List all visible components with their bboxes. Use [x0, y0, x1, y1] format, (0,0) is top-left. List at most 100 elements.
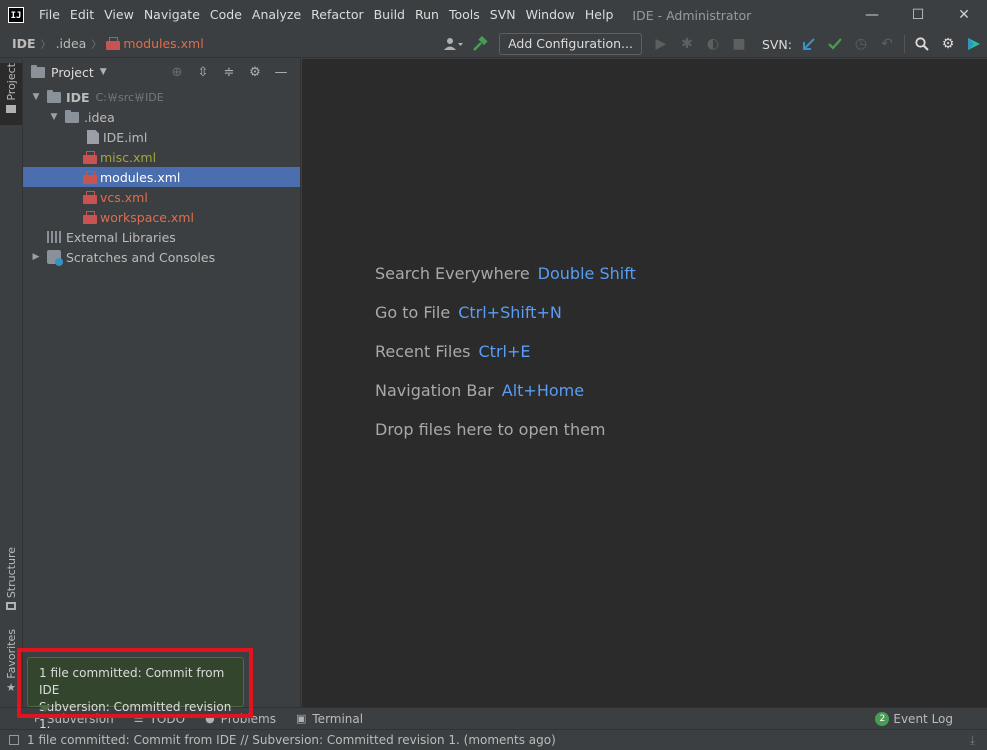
- tab-label: Terminal: [312, 711, 364, 726]
- main-menu: File Edit View Navigate Code Analyze Ref…: [34, 0, 618, 30]
- stop-icon[interactable]: ■: [728, 33, 750, 55]
- tree-row-external-libraries[interactable]: External Libraries: [23, 227, 300, 247]
- tree-row-file[interactable]: vcs.xml: [23, 187, 300, 207]
- add-configuration-button[interactable]: Add Configuration...: [499, 33, 642, 55]
- hint-label: Go to File: [375, 303, 451, 322]
- hint-shortcut: Alt+Home: [501, 381, 585, 400]
- maximize-button[interactable]: ☐: [895, 0, 941, 30]
- title-bar: IJ File Edit View Navigate Code Analyze …: [0, 0, 987, 30]
- hint-search-everywhere: Search Everywhere Double Shift: [375, 264, 636, 303]
- hint-label: Drop files here to open them: [375, 420, 606, 439]
- project-tool-tab[interactable]: Project: [0, 63, 22, 125]
- structure-tool-tab[interactable]: Structure: [0, 547, 22, 613]
- search-icon[interactable]: [911, 33, 933, 55]
- svn-label: SVN:: [761, 36, 792, 52]
- rollback-icon[interactable]: ↶: [876, 33, 898, 55]
- project-tree: ▼ IDE C:￦src￦IDE ▼ .idea IDE.iml misc.xm…: [23, 87, 300, 267]
- terminal-icon: ▣: [295, 712, 307, 725]
- root-path: C:￦src￦IDE: [95, 91, 164, 104]
- folder-icon: [65, 109, 79, 123]
- favorites-tool-tab-label: Favorites: [4, 629, 18, 679]
- collapse-all-icon[interactable]: ≑: [216, 65, 242, 80]
- chevron-down-icon[interactable]: ▼: [100, 67, 107, 77]
- run-icon[interactable]: ▶: [650, 33, 672, 55]
- highlight-box: [17, 648, 253, 718]
- breadcrumb-separator-icon: 〉: [91, 40, 102, 51]
- locate-crosshair-icon[interactable]: ⊕: [164, 65, 190, 80]
- file-label: IDE.iml: [103, 129, 148, 145]
- project-tool-tab-label: Project: [4, 63, 18, 101]
- tree-row-file[interactable]: misc.xml: [23, 147, 300, 167]
- file-label: workspace.xml: [100, 209, 194, 225]
- svn-commit-icon[interactable]: [824, 33, 846, 55]
- file-label: vcs.xml: [100, 189, 148, 205]
- scratches-icon: [47, 250, 63, 266]
- hint-shortcut: Double Shift: [537, 264, 636, 283]
- menu-svn[interactable]: SVN: [485, 0, 521, 30]
- hint-label: Navigation Bar: [375, 381, 494, 400]
- menu-help[interactable]: Help: [580, 0, 619, 30]
- editor-empty-area[interactable]: Search Everywhere Double Shift Go to File…: [302, 59, 987, 707]
- tree-row-file[interactable]: workspace.xml: [23, 207, 300, 227]
- project-view-selector[interactable]: Project: [51, 65, 94, 80]
- hint-recent-files: Recent Files Ctrl+E: [375, 342, 636, 381]
- tree-row-scratches[interactable]: ▶ Scratches and Consoles: [23, 247, 300, 267]
- debug-icon[interactable]: ✱: [676, 33, 698, 55]
- project-panel-actions: ⊕ ⇳ ≑ ⚙ —: [164, 59, 294, 85]
- menu-tools[interactable]: Tools: [444, 0, 485, 30]
- coverage-icon[interactable]: ◐: [702, 33, 724, 55]
- navigation-bar: IDE 〉 .idea 〉 modules.xml Add Configurat…: [0, 30, 987, 58]
- user-dropdown-icon[interactable]: [443, 33, 465, 55]
- editor-hints: Search Everywhere Double Shift Go to File…: [375, 264, 636, 459]
- menu-run[interactable]: Run: [410, 0, 444, 30]
- menu-edit[interactable]: Edit: [65, 0, 99, 30]
- external-libraries-label: External Libraries: [66, 229, 176, 245]
- tree-row-root[interactable]: ▼ IDE C:￦src￦IDE: [23, 87, 300, 107]
- menu-build[interactable]: Build: [369, 0, 410, 30]
- menu-file[interactable]: File: [34, 0, 65, 30]
- status-message[interactable]: 1 file committed: Commit from IDE // Sub…: [27, 733, 556, 747]
- menu-navigate[interactable]: Navigate: [139, 0, 205, 30]
- hint-go-to-file: Go to File Ctrl+Shift+N: [375, 303, 636, 342]
- settings-gear-icon[interactable]: ⚙: [242, 65, 268, 80]
- breadcrumb-project[interactable]: IDE: [12, 36, 36, 51]
- menu-code[interactable]: Code: [205, 0, 247, 30]
- left-tool-stripe: Project Structure Favorites ★: [0, 59, 23, 707]
- menu-window[interactable]: Window: [521, 0, 580, 30]
- tree-row-file[interactable]: IDE.iml: [23, 127, 300, 147]
- toolbox-icon[interactable]: [963, 33, 985, 55]
- close-button[interactable]: ✕: [941, 0, 987, 30]
- tree-row-file-selected[interactable]: modules.xml: [23, 167, 300, 187]
- svn-update-icon[interactable]: [798, 33, 820, 55]
- folder-icon: [47, 89, 61, 103]
- breadcrumb-folder[interactable]: .idea: [56, 36, 87, 51]
- tree-row-idea-folder[interactable]: ▼ .idea: [23, 107, 300, 127]
- breadcrumb-file[interactable]: modules.xml: [106, 36, 204, 51]
- minimize-button[interactable]: —: [849, 0, 895, 30]
- hide-icon[interactable]: —: [268, 65, 294, 80]
- project-panel: Project ▼ ⊕ ⇳ ≑ ⚙ — ▼ IDE C:￦src￦IDE ▼ .…: [23, 59, 301, 707]
- event-count-badge: 2: [875, 712, 890, 726]
- tab-terminal[interactable]: ▣ Terminal: [296, 712, 363, 726]
- scratches-label: Scratches and Consoles: [66, 249, 216, 265]
- chevron-right-icon[interactable]: ▶: [29, 252, 43, 262]
- app-logo-icon: IJ: [8, 7, 24, 23]
- folder-icon: [6, 104, 16, 113]
- download-icon[interactable]: ⤓: [970, 733, 975, 748]
- expand-all-icon[interactable]: ⇳: [190, 65, 216, 80]
- tool-windows-toggle-icon[interactable]: [9, 735, 19, 745]
- menu-view[interactable]: View: [99, 0, 139, 30]
- toolbar-separator: [904, 35, 905, 53]
- file-label: modules.xml: [100, 169, 181, 185]
- settings-gear-icon[interactable]: ⚙: [937, 33, 959, 55]
- structure-tool-tab-label: Structure: [4, 547, 18, 599]
- chevron-down-icon[interactable]: ▼: [47, 112, 61, 122]
- history-icon[interactable]: ◷: [850, 33, 872, 55]
- event-log-tab[interactable]: 2 Event Log: [875, 708, 953, 730]
- menu-analyze[interactable]: Analyze: [247, 0, 306, 30]
- build-hammer-icon[interactable]: [469, 33, 491, 55]
- xml-file-icon: [83, 210, 97, 224]
- xml-file-icon: [106, 37, 121, 50]
- chevron-down-icon[interactable]: ▼: [29, 92, 43, 102]
- menu-refactor[interactable]: Refactor: [306, 0, 368, 30]
